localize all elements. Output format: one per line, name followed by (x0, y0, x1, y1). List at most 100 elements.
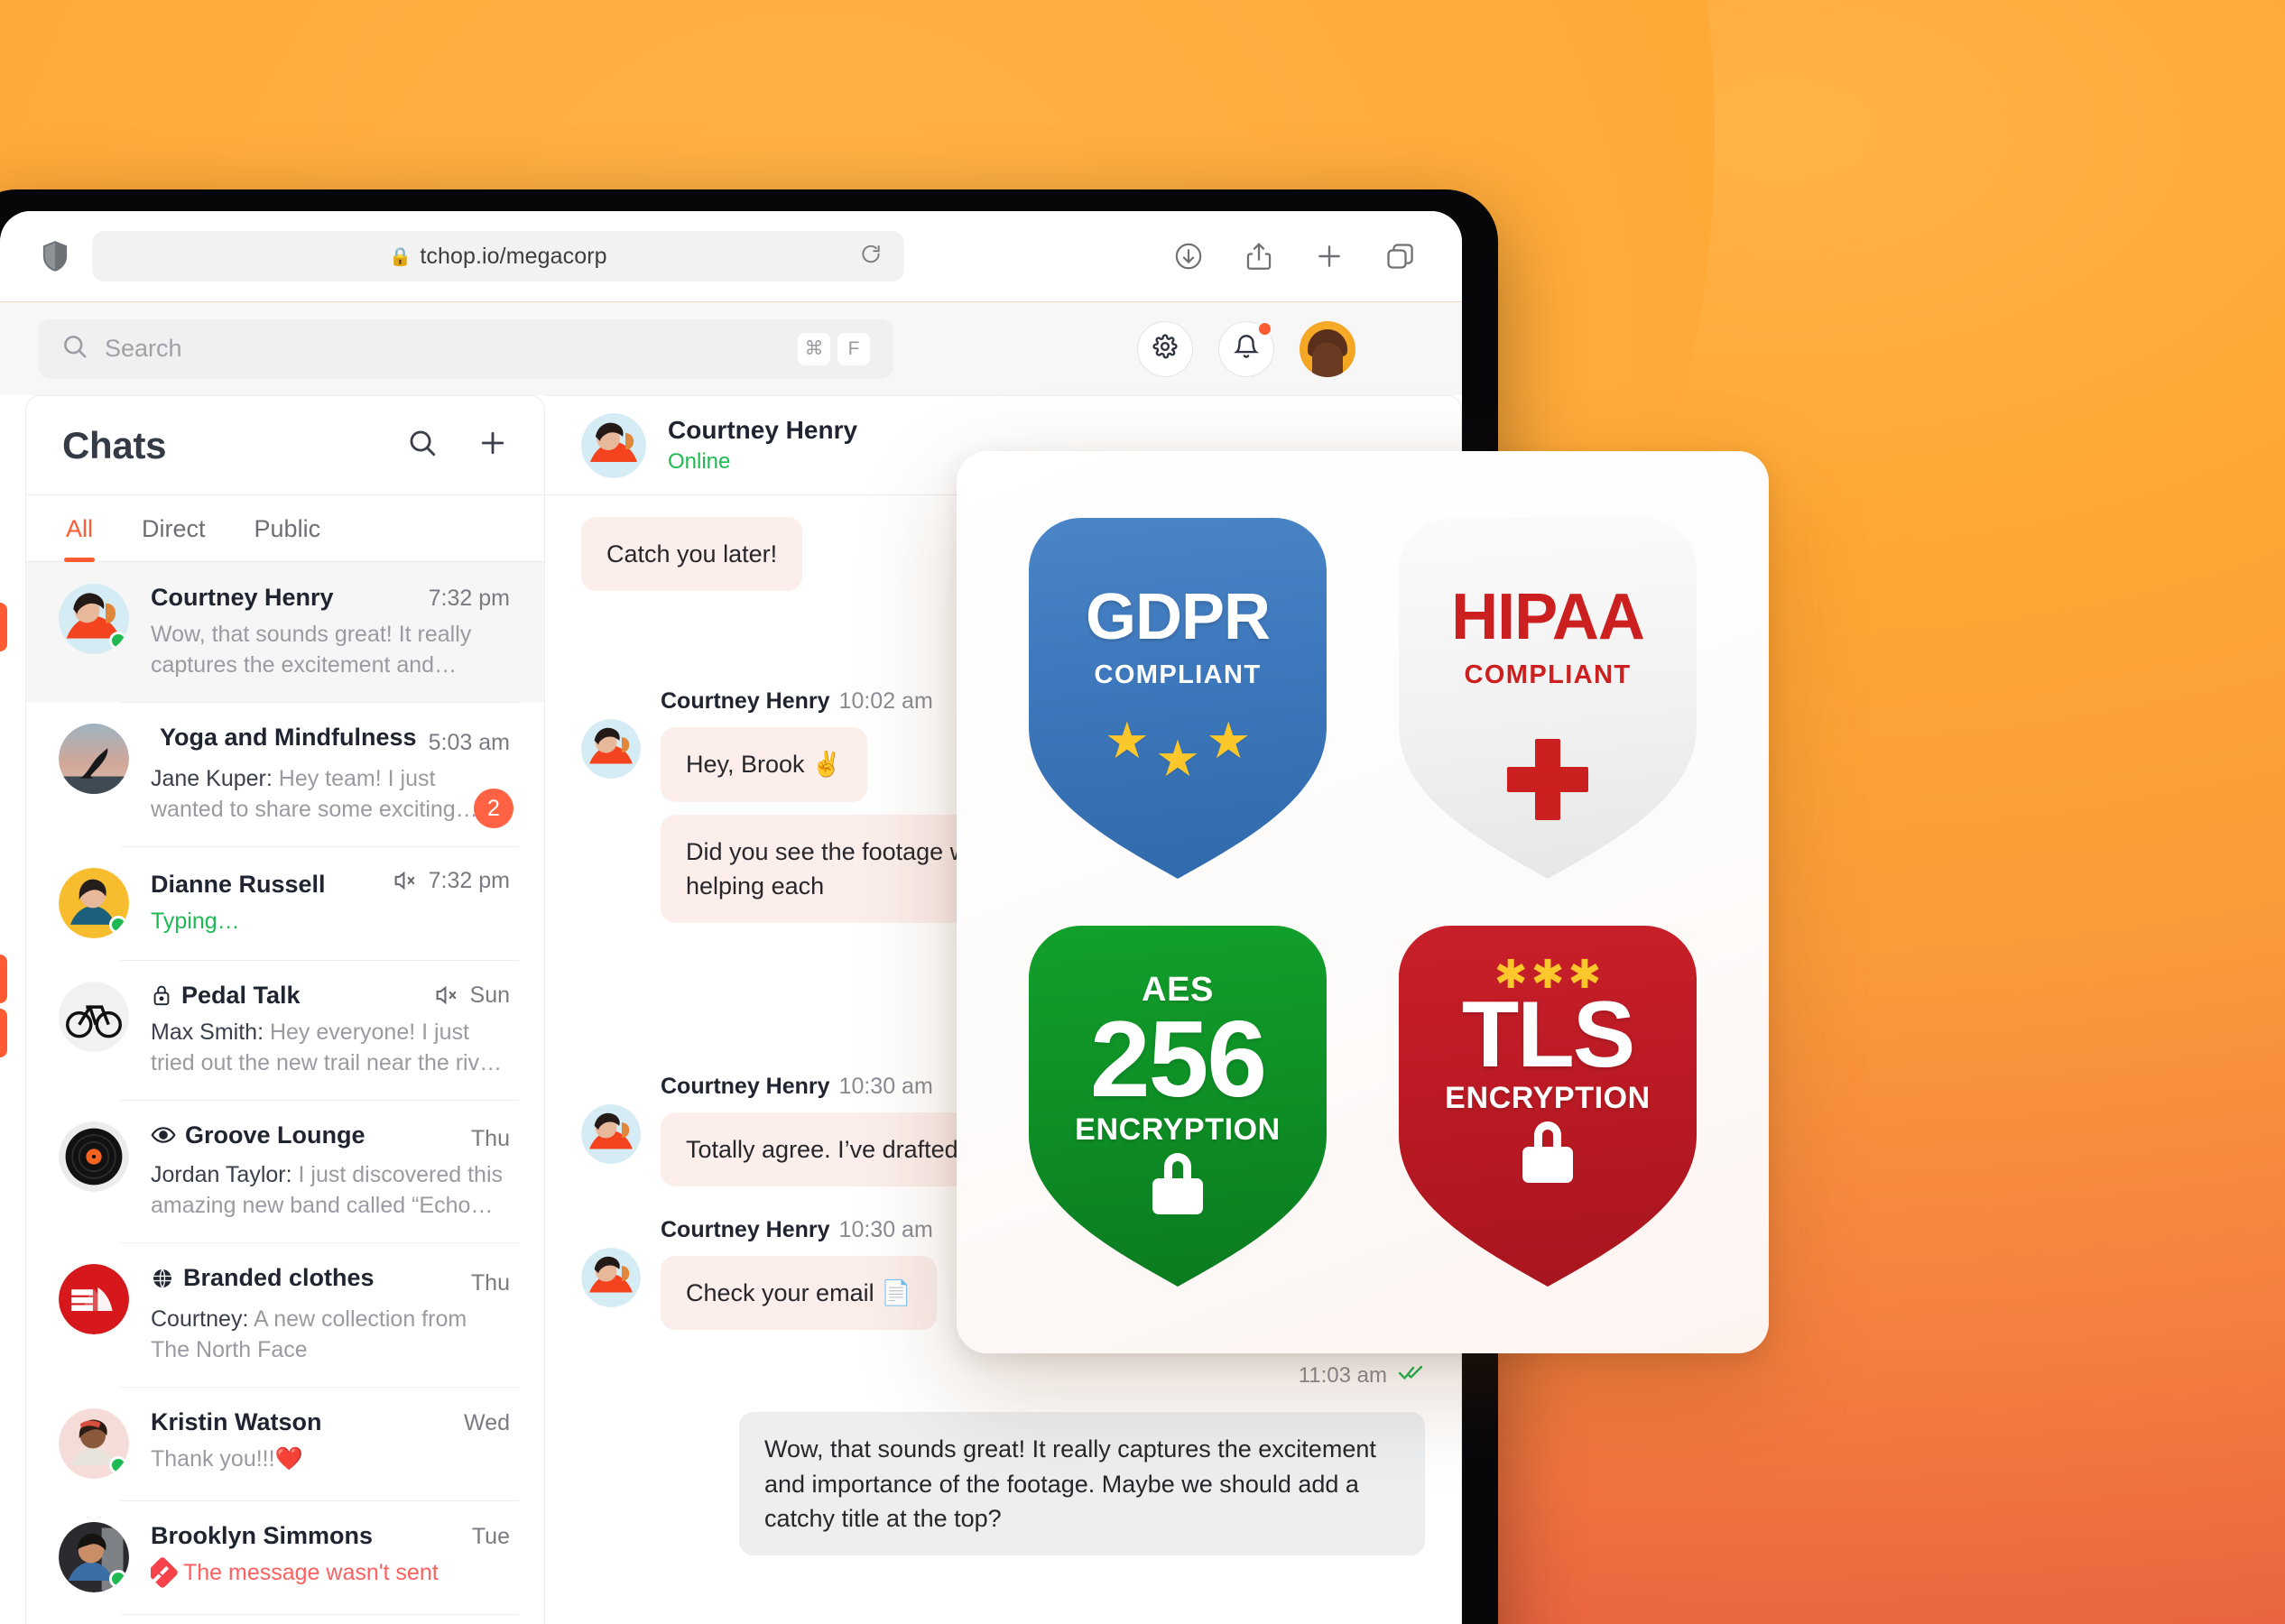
online-indicator (109, 632, 127, 650)
chat-list-item[interactable]: Groove Lounge Thu Jordan Taylor: I just … (26, 1099, 544, 1243)
chat-name: Pedal Talk (151, 982, 301, 1010)
notification-dot (1257, 320, 1272, 337)
chat-timestamp: 7:32 pm (428, 586, 510, 611)
tab-direct[interactable]: Direct (142, 495, 206, 561)
badge-subtitle: ENCRYPTION (1445, 1081, 1651, 1116)
tabs-icon[interactable] (1384, 241, 1415, 272)
chat-timestamp: Sun (432, 983, 510, 1009)
global-search[interactable]: ⌘ F (38, 318, 893, 379)
badge-subtitle: COMPLIANT (1464, 660, 1632, 689)
badge-subtitle: ENCRYPTION (1075, 1112, 1281, 1148)
chat-preview: Max Smith: Hey everyone! I just tried ou… (151, 1019, 504, 1075)
chat-avatar (59, 584, 129, 654)
chat-list-panel: Chats All Direct Public Courtney Henry 7… (25, 395, 545, 1624)
message-time: 10:30 am (838, 1216, 933, 1242)
shield-icon: GDPR COMPLIANT ★ ★ ★ (1029, 518, 1327, 879)
chat-timestamp: 7:32 pm (391, 868, 510, 894)
rail-indicator-2 (0, 955, 7, 1003)
chat-list-item[interactable]: Kristin Watson Wed Thank you!!!❤️ (26, 1386, 544, 1500)
avatar[interactable] (1300, 320, 1355, 377)
lock-icon (1152, 1171, 1203, 1214)
online-indicator (109, 1569, 127, 1588)
online-indicator (109, 915, 127, 934)
badge-value: 256 (1089, 999, 1266, 1120)
chat-preview: The message wasn't sent (151, 1556, 510, 1588)
conversation-avatar (581, 412, 646, 478)
message-bubble: Wow, that sounds great! It really captur… (739, 1412, 1425, 1556)
author-name: Courtney Henry (661, 688, 830, 715)
mute-icon (436, 985, 456, 1005)
message-time: 10:02 am (838, 688, 933, 715)
mute-icon (394, 871, 414, 890)
shield-icon: HIPAA COMPLIANT (1399, 518, 1697, 879)
chat-list-item[interactable]: Albert Flores Tue Just wanted to catch u… (26, 1613, 544, 1624)
chat-timestamp: 5:03 am (428, 729, 510, 755)
badge-title: HIPAA (1451, 581, 1644, 653)
chat-avatar (59, 1407, 129, 1479)
compliance-badge-card: GDPR COMPLIANT ★ ★ ★ HIPAA COMPLIANT AES 2… (957, 451, 1769, 1353)
chat-avatar (59, 724, 129, 794)
search-input[interactable] (105, 335, 782, 363)
notifications-button[interactable] (1218, 320, 1274, 377)
badge-title: TLS (1461, 982, 1634, 1087)
chat-name: Dianne Russell (151, 871, 326, 898)
chat-preview: Jane Kuper: Hey team! I just wanted to s… (151, 765, 456, 822)
message-time: 11:03 am (1299, 1362, 1425, 1389)
badge-hipaa: HIPAA COMPLIANT (1366, 498, 1729, 899)
url-text: tchop.io/megacorp (420, 243, 607, 269)
read-receipt-icon (1398, 1362, 1425, 1389)
new-chat-icon[interactable] (477, 428, 508, 463)
shortcut-key-f: F (837, 332, 870, 365)
chat-list-item[interactable]: Brooklyn Simmons Tue The message wasn't … (26, 1499, 544, 1614)
search-shortcut: ⌘ F (798, 332, 870, 365)
message-bubble: Catch you later! (581, 517, 803, 592)
author-name: Courtney Henry (661, 1073, 830, 1099)
chat-filter-tabs: All Direct Public (26, 495, 544, 562)
unread-badge: 2 (474, 789, 513, 828)
chat-name: Branded clothes (151, 1264, 375, 1292)
badge-aes: AES 256 ENCRYPTION (996, 906, 1359, 1306)
reload-icon[interactable] (859, 243, 883, 271)
lock-icon (1522, 1140, 1573, 1183)
download-icon[interactable] (1173, 241, 1204, 272)
chat-name: Yoga and Mindfulness Di… (151, 724, 420, 752)
message-time: 10:30 am (838, 1073, 933, 1099)
url-bar[interactable]: 🔒 tchop.io/megacorp (92, 231, 904, 281)
stars-icon: ★ ★ ★ (1104, 712, 1252, 787)
chat-list-item[interactable]: Branded clothes Thu Courtney: A new coll… (26, 1242, 544, 1387)
message-bubble: Check your email 📄 (661, 1255, 937, 1331)
new-tab-icon[interactable] (1314, 241, 1345, 272)
chat-preview: Jordan Taylor: I just discovered this am… (151, 1162, 504, 1218)
rail-indicator-1 (0, 603, 7, 651)
shield-icon: ✱ ✱ ✱ TLS ENCRYPTION (1399, 926, 1697, 1287)
chat-list-header: Chats (26, 396, 544, 495)
online-indicator (109, 1455, 127, 1474)
outgoing-message-row: 11:03 am Wow, that sounds great! It real… (581, 1362, 1425, 1556)
eye-icon (151, 1127, 176, 1143)
share-icon[interactable] (1244, 241, 1274, 272)
conversation-status: Online (668, 449, 731, 474)
chat-name: Brooklyn Simmons (151, 1521, 374, 1549)
tab-all[interactable]: All (63, 495, 96, 562)
chat-avatar (59, 1521, 129, 1592)
chat-preview: Typing… (151, 909, 240, 934)
chat-search-icon[interactable] (407, 428, 438, 463)
chat-list-item[interactable]: Pedal Talk Sun Max Smith: Hey everyone! … (26, 959, 544, 1100)
chat-list-item[interactable]: Dianne Russell 7:32 pm Typing… (26, 845, 544, 960)
badge-gdpr: GDPR COMPLIANT ★ ★ ★ (996, 498, 1359, 899)
badge-subtitle: COMPLIANT (1094, 660, 1262, 689)
chat-list-item[interactable]: Courtney Henry 7:32 pm Wow, that sounds … (26, 562, 544, 702)
page-title: Chats (62, 423, 167, 466)
lock-icon: 🔒 (389, 246, 412, 267)
chat-timestamp: Wed (464, 1409, 510, 1435)
message-author: Courtney Henry 10:30 am (661, 1217, 937, 1243)
shield-icon[interactable] (42, 241, 69, 272)
chat-list: Courtney Henry 7:32 pm Wow, that sounds … (26, 562, 544, 1624)
chat-list-item[interactable]: Yoga and Mindfulness Di… 5:03 am Jane Ku… (26, 702, 544, 846)
lock-icon (153, 985, 170, 1006)
tab-public[interactable]: Public (254, 495, 321, 561)
app-top-actions (1137, 320, 1424, 377)
message-avatar (581, 1247, 641, 1307)
rail-indicator-3 (0, 1009, 7, 1057)
settings-button[interactable] (1137, 320, 1193, 377)
